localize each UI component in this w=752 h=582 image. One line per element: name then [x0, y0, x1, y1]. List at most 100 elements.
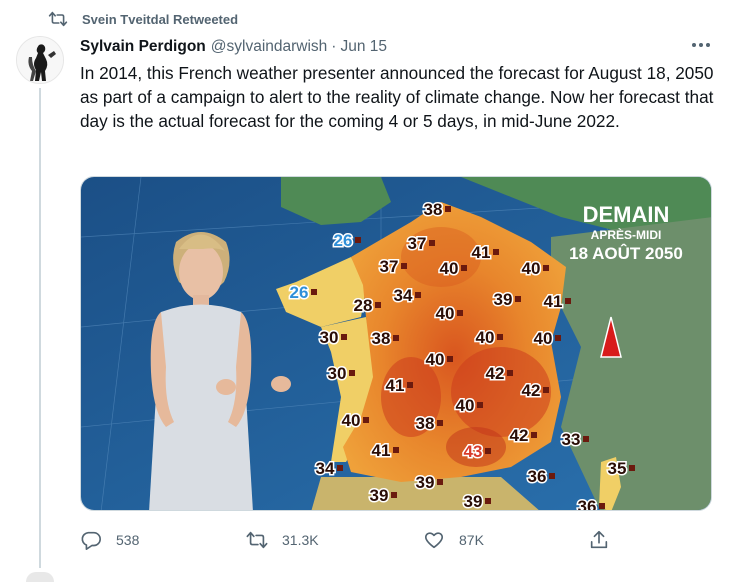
forecast-subtitle: APRÈS-MIDI [591, 227, 662, 242]
city-marker [507, 370, 513, 376]
city-marker [393, 447, 399, 453]
like-count: 87K [459, 532, 484, 548]
temperature-label: 40 [426, 350, 445, 369]
city-marker [337, 465, 343, 471]
retweet-button[interactable]: 31.3K [246, 528, 319, 552]
retweet-context[interactable]: Svein Tveitdal Retweeted [48, 10, 238, 28]
thread-line [39, 88, 41, 568]
city-marker [543, 265, 549, 271]
author-name[interactable]: Sylvain Perdigon [80, 38, 206, 56]
share-icon [590, 530, 608, 549]
city-marker [349, 370, 355, 376]
temperature-label: 40 [522, 259, 541, 278]
retweeted-by-label: Svein Tveitdal Retweeted [82, 11, 239, 27]
temperature-label: 40 [440, 259, 459, 278]
retweet-count: 31.3K [282, 532, 319, 548]
temperature-label: 39 [416, 473, 435, 492]
temperature-label: 41 [544, 292, 563, 311]
tweet-date[interactable]: Jun 15 [340, 38, 387, 56]
retweet-icon [246, 531, 268, 549]
temperature-label: 41 [372, 441, 391, 460]
reply-button[interactable]: 538 [80, 528, 139, 552]
city-marker [311, 289, 317, 295]
avatar[interactable] [16, 36, 64, 84]
city-marker [447, 356, 453, 362]
city-marker [355, 237, 361, 243]
city-marker [437, 420, 443, 426]
temperature-label: 34 [394, 286, 413, 305]
temperature-label: 33 [562, 430, 581, 449]
forecast-title: DEMAIN [583, 202, 670, 227]
temperature-label: 35 [608, 459, 627, 478]
temperature-label: 39 [494, 290, 513, 309]
city-marker [461, 265, 467, 271]
city-marker [391, 492, 397, 498]
heart-icon [424, 532, 444, 549]
temperature-label: 42 [486, 364, 505, 383]
temperature-label: 26 [334, 231, 353, 250]
author-handle[interactable]: @sylvaindarwish [211, 38, 328, 56]
city-marker [375, 302, 381, 308]
more-options-icon[interactable] [690, 38, 712, 52]
temperature-label: 40 [342, 411, 361, 430]
city-marker [429, 240, 435, 246]
city-marker [599, 503, 605, 509]
temperature-label: 36 [528, 467, 547, 486]
temperature-label: 34 [316, 459, 335, 478]
share-button[interactable] [588, 528, 610, 552]
temperature-label: 40 [456, 396, 475, 415]
temperature-label: 40 [534, 329, 553, 348]
temperature-label: 42 [510, 426, 529, 445]
city-marker [497, 334, 503, 340]
retweet-icon [48, 11, 68, 27]
temperature-label: 36 [578, 497, 597, 511]
city-marker [629, 465, 635, 471]
reply-count: 538 [116, 532, 140, 548]
city-marker [415, 292, 421, 298]
reply-icon [81, 531, 101, 550]
temperature-label: 26 [290, 283, 309, 302]
city-marker [445, 206, 451, 212]
city-marker [341, 334, 347, 340]
city-marker [555, 335, 561, 341]
city-marker [437, 479, 443, 485]
separator-dot: · [331, 38, 337, 55]
like-button[interactable]: 87K [423, 528, 484, 552]
city-marker [477, 402, 483, 408]
tweet-text: In 2014, this French weather presenter a… [80, 63, 714, 131]
temperature-label: 30 [328, 364, 347, 383]
city-marker [401, 263, 407, 269]
city-marker [363, 417, 369, 423]
tweet-header: Sylvain Perdigon @sylvaindarwish · Jun 1… [80, 36, 387, 58]
weather-map: DEMAIN APRÈS-MIDI 18 AOÛT 2050 38 26 37 41 3… [81, 177, 711, 511]
city-marker [493, 249, 499, 255]
city-marker [393, 335, 399, 341]
city-marker [485, 498, 491, 504]
tweet-media-image[interactable]: DEMAIN APRÈS-MIDI 18 AOÛT 2050 38 26 37 41 3… [80, 176, 712, 511]
temperature-label: 38 [416, 414, 435, 433]
next-tweet-avatar[interactable] [26, 572, 54, 582]
temperature-label: 40 [476, 328, 495, 347]
temperature-label: 30 [320, 328, 339, 347]
temperature-label: 38 [424, 200, 443, 219]
city-marker [407, 382, 413, 388]
forecast-date: 18 AOÛT 2050 [569, 244, 683, 263]
city-marker [515, 296, 521, 302]
temperature-label: 42 [522, 381, 541, 400]
temperature-label: 41 [472, 243, 491, 262]
city-marker [457, 310, 463, 316]
city-marker [543, 387, 549, 393]
temperature-label: 43 [464, 442, 483, 461]
temperature-label: 38 [372, 329, 391, 348]
temperature-label: 40 [436, 304, 455, 323]
temperature-label: 37 [408, 234, 427, 253]
temperature-label: 39 [370, 486, 389, 505]
temperature-label: 41 [386, 376, 405, 395]
tweet-actions: 538 31.3K 87K [80, 528, 640, 552]
city-marker [583, 436, 589, 442]
city-marker [485, 448, 491, 454]
city-marker [565, 298, 571, 304]
city-marker [549, 473, 555, 479]
temperature-label: 28 [354, 296, 373, 315]
temperature-label: 39 [464, 492, 483, 511]
